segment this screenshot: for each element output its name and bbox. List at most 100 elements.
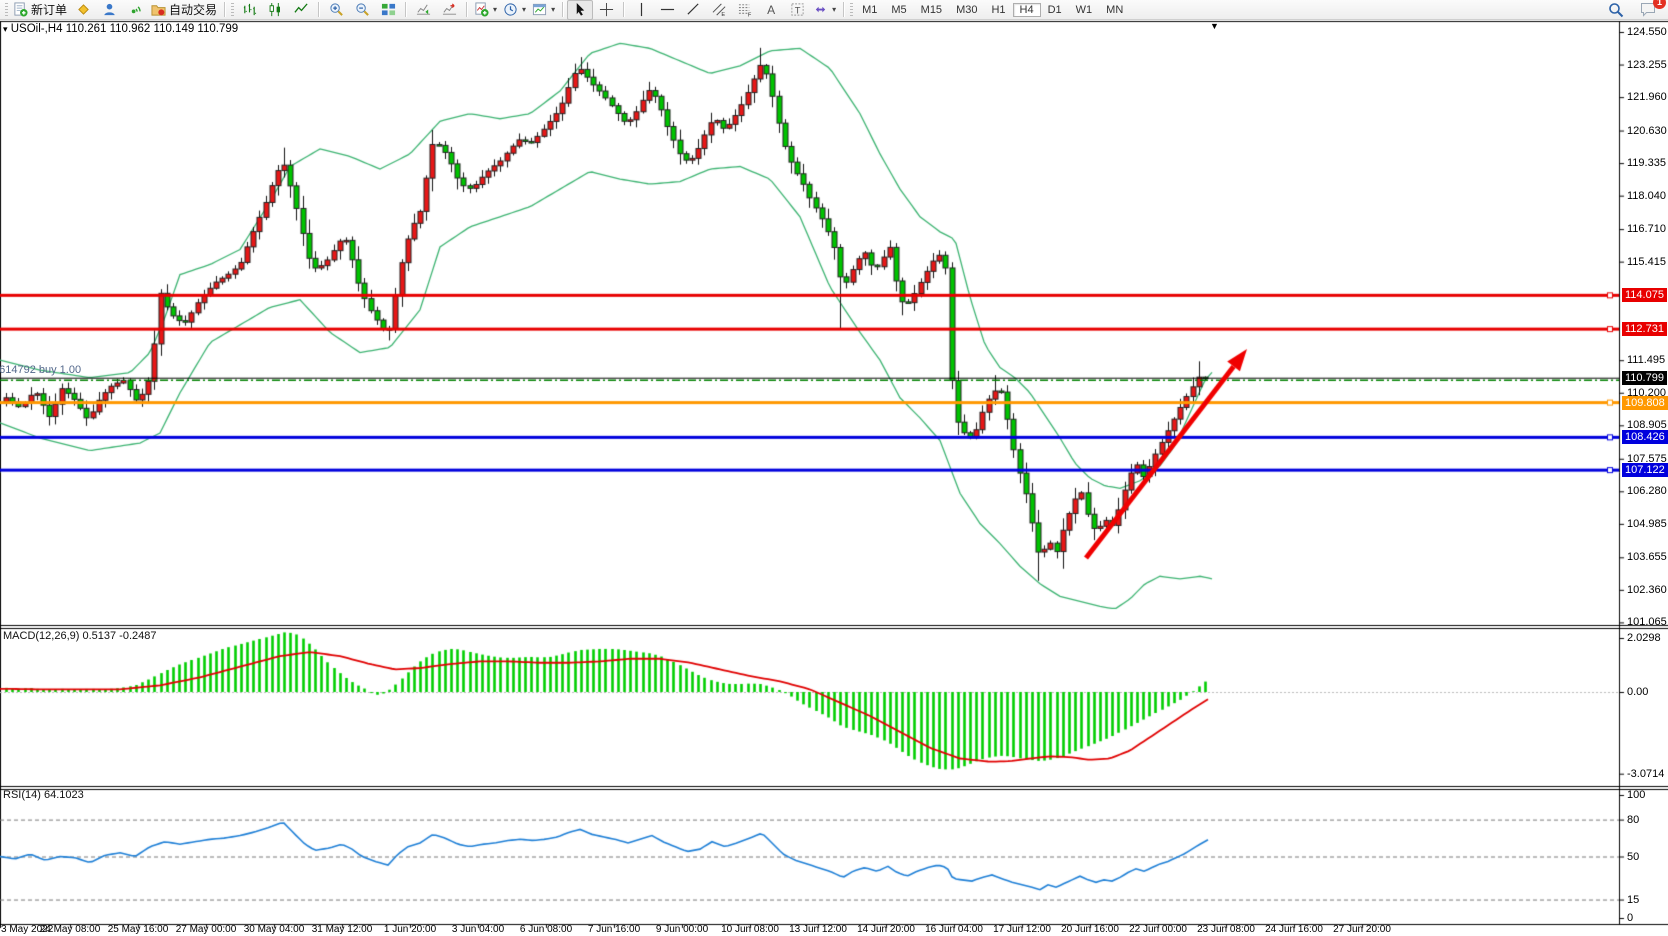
toolbar-grip [5,3,8,17]
horizontal-line-button[interactable] [654,0,680,20]
text-icon: A [767,3,775,17]
price-line-label: 109.808 [1622,396,1668,410]
toolbar-separator [318,2,319,17]
new-order-button[interactable]: 新订单 [10,0,70,20]
time-axis-label: 27 May 00:00 [176,924,237,935]
chart-shift-marker[interactable]: ▼ [1210,21,1219,31]
templates-icon [532,2,547,17]
bar-chart-icon [242,2,257,17]
periods-icon [503,2,518,17]
timeframe-H4[interactable]: H4 [1013,3,1041,17]
time-axis-label: 3 Jun 04:00 [452,924,504,935]
rsi-axis-tick: 15 [1627,894,1639,906]
timeframe-D1[interactable]: D1 [1041,3,1069,17]
timeframe-M1[interactable]: M1 [855,3,884,17]
timeframe-H1[interactable]: H1 [984,3,1012,17]
line-chart-icon [294,2,309,17]
chart-title: ▾ USOil-,H4 110.261 110.962 110.149 110.… [3,23,238,35]
text-label-button[interactable]: T [784,0,810,20]
timeframe-MN[interactable]: MN [1099,3,1130,17]
time-axis-label: 17 Jun 12:00 [993,924,1051,935]
chevron-down-icon: ▾ [551,5,555,14]
trendline-button[interactable] [680,0,706,20]
trendline-icon [686,2,701,17]
crosshair-icon [599,2,614,17]
time-axis-label: 14 Jun 20:00 [857,924,915,935]
autotrade-label: 自动交易 [169,1,217,18]
chevron-down-icon: ▾ [832,5,836,14]
community-button[interactable] [96,0,122,20]
vertical-line-icon [634,2,649,17]
templates-button[interactable]: ▾ [529,0,558,20]
line-chart-button[interactable] [288,0,314,20]
price-axis-tick: 121.960 [1627,91,1667,103]
periods-button[interactable]: ▾ [500,0,529,20]
signals-button[interactable] [122,0,148,20]
new-order-icon [13,2,28,17]
chevron-down-icon: ▾ [493,5,497,14]
chat-button[interactable]: 1 [1635,0,1661,20]
toolbar-separator [224,2,225,17]
candlestick-button[interactable] [262,0,288,20]
time-axis-label: 10 Jun 08:00 [721,924,779,935]
cursor-button[interactable] [567,0,593,20]
time-axis-label: 7 Jun 16:00 [588,924,640,935]
time-axis-label: 25 May 16:00 [108,924,169,935]
candlestick-icon [268,2,283,17]
time-axis-label: 6 Jun 08:00 [520,924,572,935]
time-axis-label: 30 May 04:00 [244,924,305,935]
price-line-label: 107.122 [1622,463,1668,477]
toolbar-right: 1 [1603,0,1665,20]
chart-window: ▾ USOil-,H4 110.261 110.962 110.149 110.… [0,20,1668,936]
community-icon [102,2,117,17]
svg-text:T: T [794,5,800,15]
time-axis-label: 24 May 08:00 [40,924,101,935]
fibonacci-button[interactable]: F [732,0,758,20]
zoom-out-button[interactable] [349,0,375,20]
zoom-in-button[interactable] [323,0,349,20]
one-click-trading-toggle[interactable]: ▾ [3,24,8,34]
price-line-label: 112.731 [1622,322,1667,336]
search-button[interactable] [1603,0,1629,20]
fibonacci-icon: F [738,2,753,17]
macd-indicator-label: MACD(12,26,9) 0.5137 -0.2487 [3,630,156,642]
timeframe-M5[interactable]: M5 [884,3,913,17]
macd-axis-tick: -3.0714 [1627,768,1664,780]
text-button[interactable]: A [758,0,784,20]
chart-shift-button[interactable] [436,0,462,20]
price-line-label: 114.075 [1622,288,1667,302]
price-axis-tick: 116.710 [1627,223,1666,235]
new-order-label: 新订单 [31,1,67,18]
indicators-icon [474,2,489,17]
timeframe-M15[interactable]: M15 [914,3,949,17]
chart-shift-icon [442,2,457,17]
vertical-line-button[interactable] [628,0,654,20]
toolbar-separator [562,2,563,17]
tile-windows-icon [381,2,396,17]
time-axis-label: 24 Jun 16:00 [1265,924,1323,935]
main-toolbar: 新订单 自动交易 [0,0,1668,20]
arrows-button[interactable]: ▾ [810,0,839,20]
auto-scroll-button[interactable] [410,0,436,20]
timeframe-W1[interactable]: W1 [1069,3,1100,17]
time-axis-label: 13 Jun 12:00 [789,924,847,935]
price-chart-canvas[interactable] [0,20,1668,936]
price-axis-tick: 120.630 [1627,125,1667,137]
channel-button[interactable]: E [706,0,732,20]
time-axis-label: 31 May 12:00 [312,924,373,935]
metaeditor-button[interactable] [70,0,96,20]
rsi-axis-tick: 0 [1627,912,1633,924]
bar-chart-button[interactable] [236,0,262,20]
price-axis-tick: 119.335 [1627,157,1666,169]
time-axis-label: 1 Jun 20:00 [384,924,436,935]
toolbar-grip [850,3,853,17]
channel-icon: E [712,2,727,17]
time-axis-label: 16 Jun 04:00 [925,924,983,935]
indicators-button[interactable]: ▾ [471,0,500,20]
chart-symbol: USOil-,H4 [11,23,63,35]
toolbar-separator [466,2,467,17]
crosshair-button[interactable] [593,0,619,20]
autotrade-button[interactable]: 自动交易 [148,0,220,20]
tile-windows-button[interactable] [375,0,401,20]
timeframe-M30[interactable]: M30 [949,3,984,17]
